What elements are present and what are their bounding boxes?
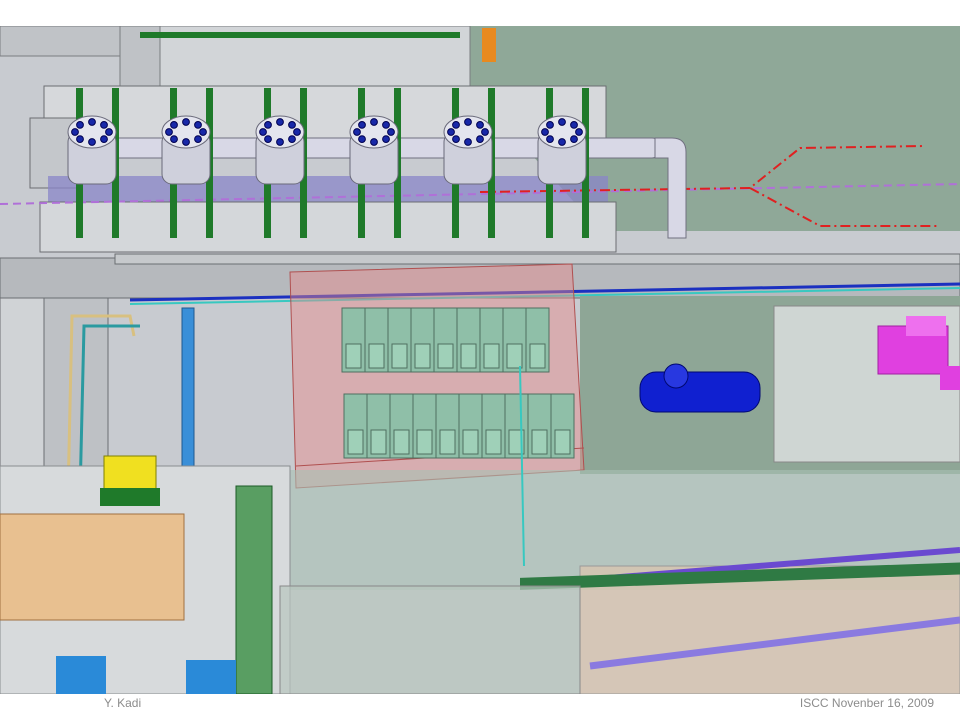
tank-body — [639, 371, 761, 413]
cryomodule-port — [370, 118, 378, 126]
pump-cluster — [186, 660, 236, 694]
rf-rack-door — [485, 429, 502, 455]
cryomodule-port — [100, 121, 108, 129]
cryomodule-port — [358, 121, 366, 129]
cryomodule-port — [276, 118, 284, 126]
cryomodule-port — [570, 121, 578, 129]
yellow-unit-base — [100, 488, 160, 506]
cryomodule-port — [288, 135, 296, 143]
yellow-unit — [100, 455, 160, 506]
cryomodule-port — [170, 135, 178, 143]
structure-beam — [140, 32, 460, 38]
structure-block — [0, 26, 121, 57]
tank-dome — [663, 363, 689, 389]
cryomodule-port — [452, 121, 460, 129]
rf-rack-door — [460, 343, 477, 369]
cryomodule-port — [105, 128, 113, 136]
slide-footer-event: ISCC Novenber 16, 2009 — [799, 696, 934, 710]
cryomodule-port — [88, 138, 96, 146]
wall-lower-middle — [279, 585, 581, 694]
rf-rack-door — [416, 429, 433, 455]
slide-footer-author: Y. Kadi — [104, 696, 142, 710]
cryomodule-port — [288, 121, 296, 129]
cad-3d-viewport[interactable] — [0, 26, 960, 694]
pump-cluster — [56, 656, 106, 694]
cryomodule-port — [353, 128, 361, 136]
magenta-block — [906, 316, 946, 336]
cryomodule-port — [264, 121, 272, 129]
rf-rack-door — [368, 343, 385, 369]
cryomodule-port — [165, 128, 173, 136]
magenta-block — [940, 366, 960, 390]
cryomodule-port — [170, 121, 178, 129]
green-column — [235, 485, 273, 694]
rf-rack-door — [414, 343, 431, 369]
left-wall — [0, 297, 45, 489]
cryomodule-port — [476, 121, 484, 129]
rf-rack-door — [391, 343, 408, 369]
cryomodule-port — [575, 128, 583, 136]
rf-rack-door — [462, 429, 479, 455]
cryomodule-port — [76, 121, 84, 129]
rf-rack-door — [506, 343, 523, 369]
cryomodule-port — [387, 128, 395, 136]
orange-marker — [482, 28, 496, 62]
cryomodule-port — [546, 121, 554, 129]
rf-rack-door — [345, 343, 362, 369]
cryomodule-port — [447, 128, 455, 136]
cryomodule-port — [570, 135, 578, 143]
cryomodule-port — [464, 138, 472, 146]
rf-rack-door — [531, 429, 548, 455]
cryomodule-port — [182, 118, 190, 126]
cryomodule-port — [558, 118, 566, 126]
cryomodule-port — [71, 128, 79, 136]
cryomodule-port — [259, 128, 267, 136]
cryomodule-port — [541, 128, 549, 136]
rf-rack-door — [483, 343, 500, 369]
facility-3d-model — [0, 26, 960, 694]
rf-rack-door — [393, 429, 410, 455]
cryomodule-port — [276, 138, 284, 146]
cryomodule-port — [199, 128, 207, 136]
cryomodule-port — [182, 138, 190, 146]
cryomodule-port — [546, 135, 554, 143]
rf-rack-door — [554, 429, 571, 455]
cryomodule-port — [382, 121, 390, 129]
rf-rack-door — [347, 429, 364, 455]
cryomodule-port — [76, 135, 84, 143]
cryomodule-port — [464, 118, 472, 126]
cryomodule-port — [558, 138, 566, 146]
cryomodule-port — [194, 135, 202, 143]
floor-slab-top — [114, 253, 960, 265]
rf-rack-door — [370, 429, 387, 455]
cryomodule-port — [100, 135, 108, 143]
cryomodule-port — [382, 135, 390, 143]
cryomodule-port — [194, 121, 202, 129]
cryomodule-port — [358, 135, 366, 143]
cryomodule-port — [452, 135, 460, 143]
rf-rack-door — [437, 343, 454, 369]
cryomodule-port — [476, 135, 484, 143]
rf-rack-door — [529, 343, 546, 369]
cryomodule-port — [370, 138, 378, 146]
electrical-box — [0, 513, 185, 621]
cryomodule-port — [481, 128, 489, 136]
cryomodule-port — [88, 118, 96, 126]
cryomodule-port — [264, 135, 272, 143]
rf-rack-door — [439, 429, 456, 455]
cryomodule-wall-front — [39, 201, 617, 253]
cryomodule-port — [293, 128, 301, 136]
